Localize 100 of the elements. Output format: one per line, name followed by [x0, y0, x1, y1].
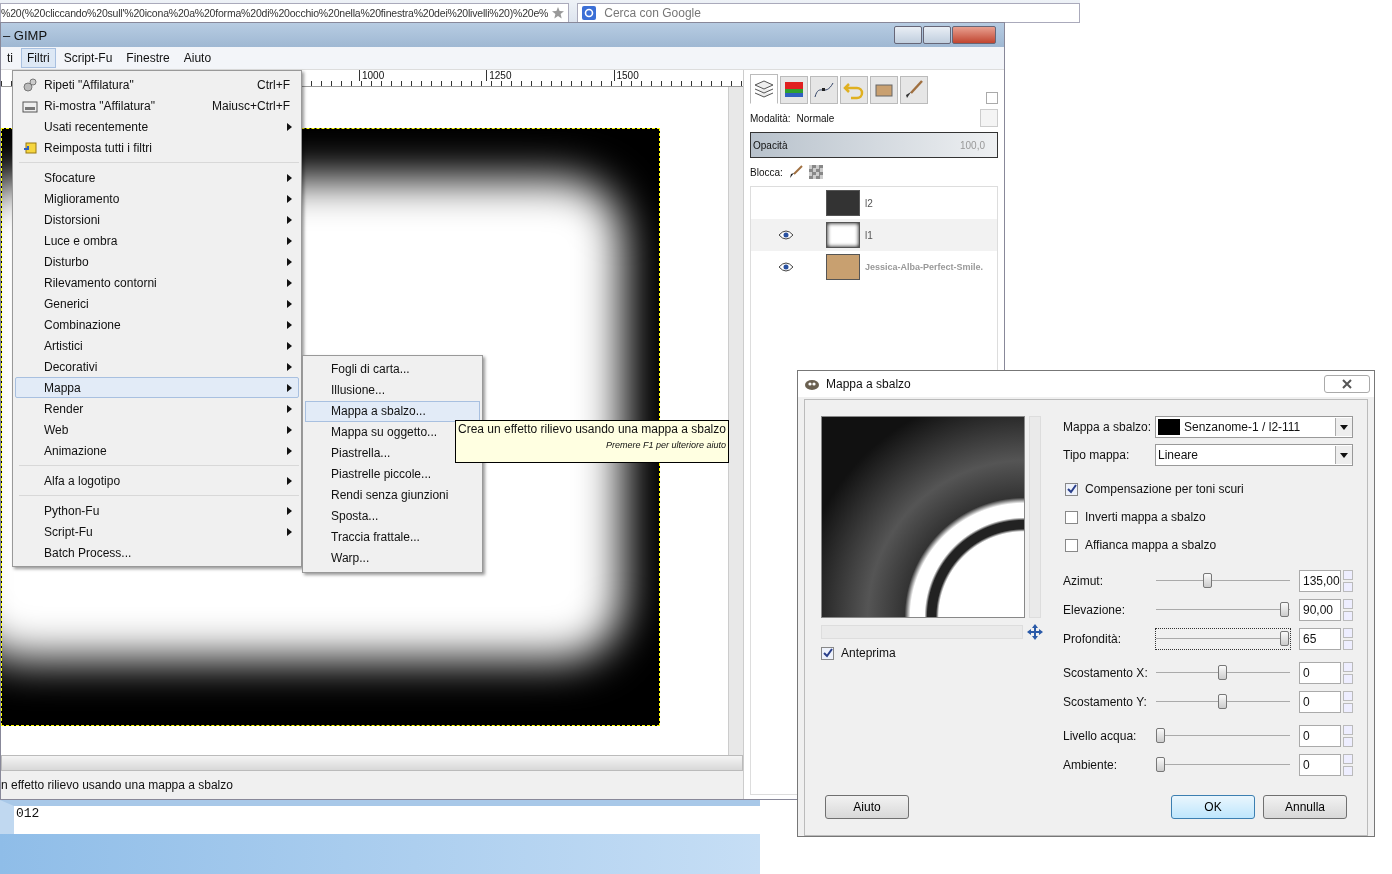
- slider-track[interactable]: [1155, 628, 1291, 650]
- menu-item[interactable]: Mappa a sbalzo...: [305, 401, 480, 422]
- eye-icon[interactable]: [778, 262, 794, 272]
- search-field[interactable]: Cerca con Google: [577, 3, 1080, 23]
- dropdown-arrow-icon[interactable]: [1340, 424, 1348, 430]
- mode-label: Modalità:: [750, 112, 791, 124]
- layer-thumbnail: [826, 190, 860, 216]
- slider-thumb[interactable]: [1218, 665, 1227, 680]
- menu-item[interactable]: Usati recentemente: [15, 116, 299, 137]
- slider-thumb[interactable]: [1156, 757, 1165, 772]
- spin-field[interactable]: 0: [1299, 754, 1341, 776]
- menu-bar-item[interactable]: Filtri: [21, 48, 56, 68]
- checkbox[interactable]: [1065, 538, 1078, 552]
- eye-icon[interactable]: [778, 230, 794, 240]
- opacity-label: Opacità: [753, 139, 788, 151]
- menu-item[interactable]: Luce e ombra: [15, 230, 299, 251]
- checkbox[interactable]: [1065, 510, 1078, 524]
- spin-field[interactable]: 65: [1299, 628, 1341, 650]
- menu-item[interactable]: Illusione...: [305, 380, 480, 401]
- checkbox-label: Inverti mappa a sbalzo: [1085, 510, 1206, 524]
- menu-item[interactable]: Alfa a logotipo: [15, 470, 299, 491]
- brush-icon[interactable]: [788, 165, 803, 179]
- menu-item[interactable]: Generici: [15, 293, 299, 314]
- menu-item[interactable]: Distorsioni: [15, 209, 299, 230]
- tooltip-text: Crea un effetto rilievo usando una mappa a sbalzo: [458, 422, 726, 436]
- submenu-arrow-icon: [287, 527, 292, 536]
- close-button[interactable]: [952, 26, 996, 44]
- menu-item[interactable]: Disturbo: [15, 251, 299, 272]
- menu-bar-item[interactable]: ti: [1, 48, 19, 68]
- bump-map-dropdown[interactable]: Senzanome-1 / l2-111: [1155, 416, 1353, 438]
- spin-field[interactable]: 0: [1299, 725, 1341, 747]
- menu-bar-item[interactable]: Finestre: [120, 48, 176, 68]
- menu-item[interactable]: Rendi senza giunzioni: [305, 485, 480, 506]
- slider-label: Ambiente:: [1063, 758, 1119, 772]
- spin-field[interactable]: 0: [1299, 691, 1341, 713]
- menu-item[interactable]: Batch Process...: [15, 542, 299, 563]
- menu-item[interactable]: Sposta...: [305, 506, 480, 527]
- menu-item[interactable]: Warp...: [305, 548, 480, 569]
- slider-thumb[interactable]: [1202, 573, 1212, 588]
- checkbox[interactable]: [821, 646, 834, 660]
- opacity-slider[interactable]: Opacità 100,0: [750, 132, 998, 158]
- vertical-scrollbar[interactable]: [728, 87, 743, 755]
- menu-item[interactable]: Reimposta tutti i filtri: [15, 137, 299, 158]
- panel-tab[interactable]: [900, 76, 928, 104]
- panel-tab[interactable]: [870, 76, 898, 104]
- layer-row[interactable]: l2: [751, 187, 997, 219]
- menu-item[interactable]: Combinazione: [15, 314, 299, 335]
- close-button[interactable]: [1324, 375, 1370, 393]
- menu-item[interactable]: Python-Fu: [15, 500, 299, 521]
- slider-thumb[interactable]: [1280, 602, 1289, 617]
- spin-field[interactable]: 0: [1299, 662, 1341, 684]
- menu-item[interactable]: Traccia frattale...: [305, 527, 480, 548]
- menu-item[interactable]: Sfocature: [15, 167, 299, 188]
- spin-field[interactable]: 135,00: [1299, 570, 1341, 592]
- menu-item[interactable]: Mappa: [15, 377, 299, 398]
- submenu-arrow-icon: [287, 173, 292, 182]
- star-icon[interactable]: [552, 7, 565, 19]
- close-icon[interactable]: [1341, 379, 1353, 389]
- tooltip-hint: Premere F1 per ulteriore aiuto: [605, 440, 726, 450]
- menu-item[interactable]: Fogli di carta...: [305, 359, 480, 380]
- menu-bar-item[interactable]: Aiuto: [177, 48, 218, 68]
- checkerboard-icon[interactable]: [808, 165, 823, 179]
- dropdown-arrow-icon[interactable]: [1340, 452, 1348, 458]
- menu-item[interactable]: Script-Fu: [15, 521, 299, 542]
- maximize-button[interactable]: [923, 26, 951, 44]
- gears-icon: [23, 77, 37, 92]
- menu-item[interactable]: Artistici: [15, 335, 299, 356]
- panel-menu-button[interactable]: [986, 92, 998, 104]
- field-label: Mappa a sbalzo:: [1063, 420, 1153, 434]
- gimp-mascot-icon: [804, 377, 820, 391]
- help-button[interactable]: Aiuto: [825, 795, 909, 819]
- google-icon[interactable]: [582, 6, 597, 20]
- spin-field[interactable]: 90,00: [1299, 599, 1341, 621]
- panel-tab[interactable]: [780, 76, 808, 104]
- panel-tab[interactable]: [750, 74, 778, 104]
- menu-bar-item[interactable]: Script-Fu: [57, 48, 119, 68]
- checkbox[interactable]: [1065, 482, 1078, 496]
- cancel-button[interactable]: Annulla: [1263, 795, 1347, 819]
- ok-button[interactable]: OK: [1171, 795, 1255, 819]
- menu-item[interactable]: Rilevamento contorni: [15, 272, 299, 293]
- menu-item[interactable]: Animazione: [15, 440, 299, 461]
- slider-thumb[interactable]: [1280, 631, 1289, 646]
- slider-label: Scostamento Y:: [1063, 695, 1148, 709]
- panel-tab[interactable]: [810, 76, 838, 104]
- minimize-button[interactable]: [894, 26, 922, 44]
- menu-item[interactable]: Ripeti "Affilatura" Ctrl+F: [15, 74, 299, 95]
- map-type-dropdown[interactable]: Lineare: [1155, 444, 1353, 466]
- menu-item[interactable]: Decorativi: [15, 356, 299, 377]
- address-bar[interactable]: %20(%20cliccando%20sull'%20icona%20a%20forma%20di%20occhio%20nella%20finestra%20dei%20livelli%20)%20e%: [0, 3, 570, 23]
- move-icon[interactable]: [1027, 624, 1043, 640]
- menu-item[interactable]: Miglioramento: [15, 188, 299, 209]
- menu-item[interactable]: Piastrelle piccole...: [305, 464, 480, 485]
- menu-item[interactable]: Web: [15, 419, 299, 440]
- layer-row[interactable]: l1: [751, 219, 997, 251]
- horizontal-scrollbar[interactable]: [1, 755, 743, 771]
- menu-item[interactable]: Render: [15, 398, 299, 419]
- slider-thumb[interactable]: [1218, 694, 1227, 709]
- menu-item[interactable]: Ri-mostra "Affilatura" Maiusc+Ctrl+F: [15, 95, 299, 116]
- slider-thumb[interactable]: [1156, 728, 1165, 743]
- submenu-arrow-icon: [287, 215, 292, 224]
